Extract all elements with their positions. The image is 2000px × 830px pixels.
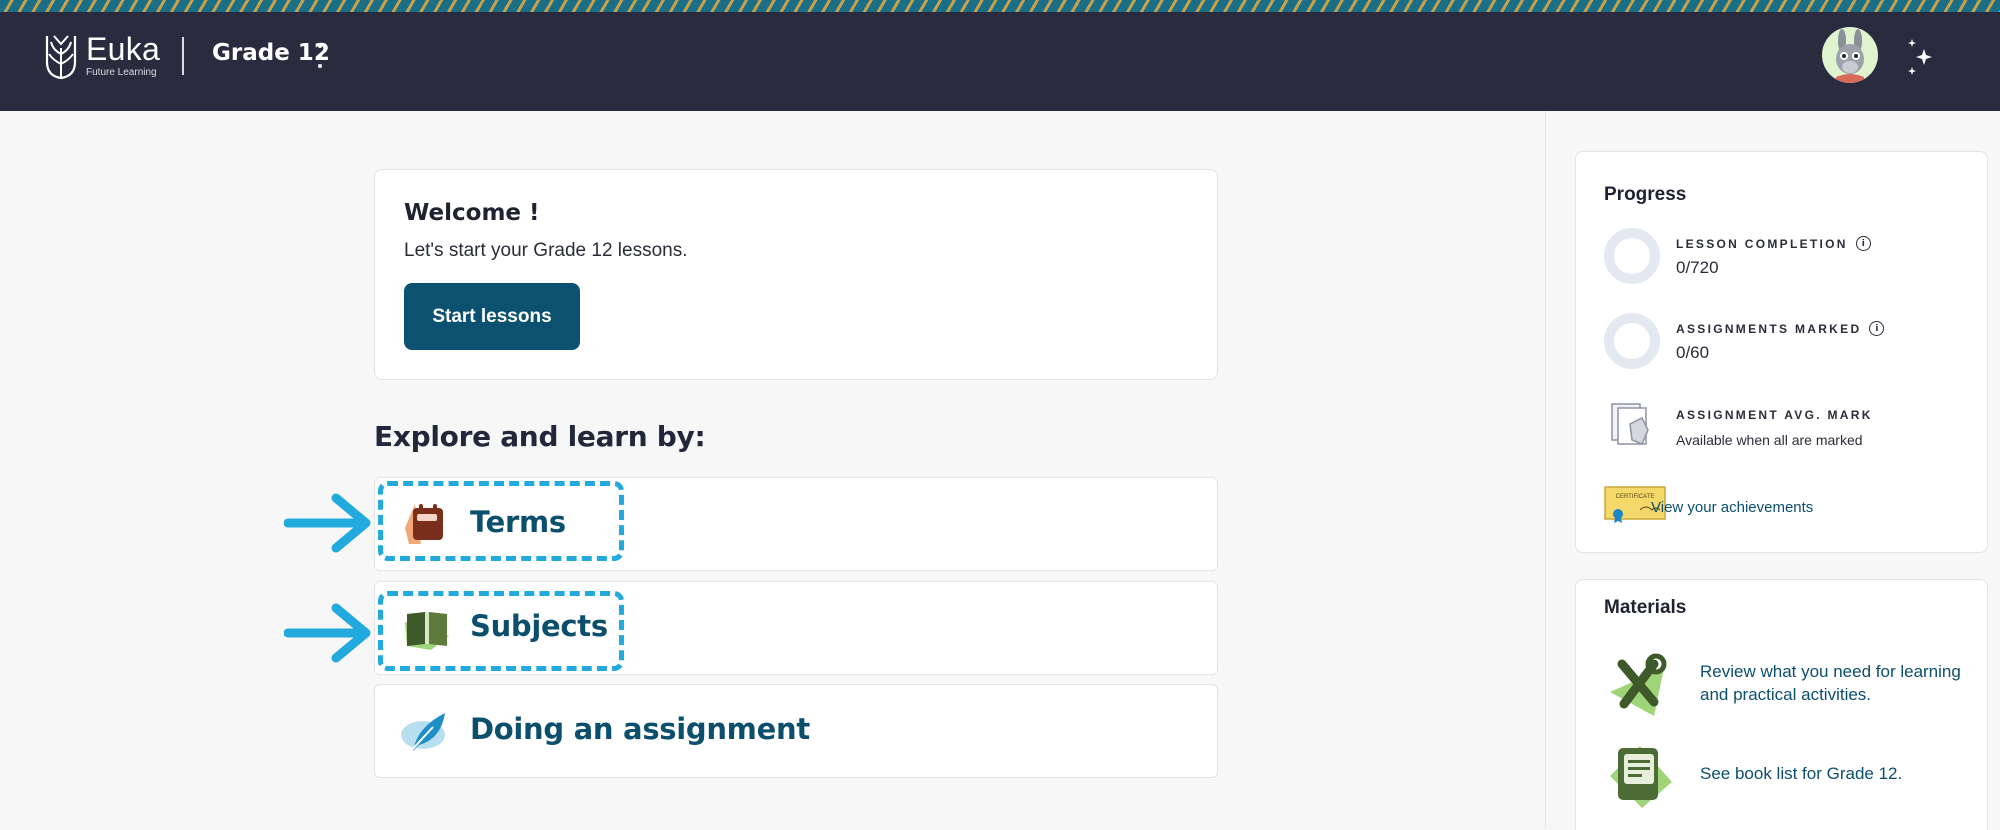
explore-item-label: Subjects xyxy=(470,609,608,643)
feather-icon xyxy=(401,713,445,754)
lesson-completion-stat: LESSON COMPLETION i 0/720 xyxy=(1604,228,1964,288)
user-avatar[interactable] xyxy=(1822,27,1878,83)
welcome-title: Welcome ! xyxy=(404,200,540,226)
assignments-marked-value: 0/60 xyxy=(1676,343,1710,362)
calendar-icon xyxy=(405,504,443,544)
avg-mark-label: ASSIGNMENT AVG. MARK xyxy=(1676,408,1873,422)
progress-title: Progress xyxy=(1604,184,1687,205)
logo-name: Euka xyxy=(86,31,161,67)
explore-heading: Explore and learn by: xyxy=(374,420,706,453)
progress-panel: Progress LESSON COMPLETION i 0/720 ASSIG… xyxy=(1575,151,1988,553)
explore-item-subjects[interactable]: Subjects xyxy=(374,581,1218,675)
assignments-marked-ring xyxy=(1604,313,1660,369)
header-divider xyxy=(182,37,184,75)
book-icon xyxy=(405,612,449,650)
arrow-right-icon xyxy=(284,603,371,663)
tools-icon xyxy=(1610,653,1667,716)
donkey-avatar-icon xyxy=(1836,29,1864,83)
certificate-text: CERTIFICATE xyxy=(1616,494,1655,500)
explore-item-terms[interactable]: Terms xyxy=(374,477,1218,571)
start-lessons-button[interactable]: Start lessons xyxy=(404,283,580,350)
lesson-completion-value: 0/720 xyxy=(1676,258,1719,277)
euka-logo-icon xyxy=(45,35,77,80)
sidebar-divider xyxy=(1545,111,1546,829)
lesson-completion-ring xyxy=(1604,228,1660,284)
materials-link-books[interactable]: See book list for Grade 12. xyxy=(1700,762,1902,785)
explore-item-assignment[interactable]: Doing an assignment xyxy=(374,684,1218,778)
lesson-completion-label: LESSON COMPLETION xyxy=(1676,236,1848,251)
euka-logo[interactable]: Euka Future Learning xyxy=(44,28,184,84)
grade-title: Grade 12 xyxy=(212,40,330,66)
moon-stars-icon[interactable] xyxy=(1900,25,1962,87)
avg-mark-stat: ASSIGNMENT AVG. MARK Available when all … xyxy=(1604,400,1964,460)
materials-title: Materials xyxy=(1604,597,1687,618)
explore-item-label: Doing an assignment xyxy=(470,712,810,746)
arrow-right-icon xyxy=(284,493,371,553)
materials-item-tools[interactable]: Review what you need for learning and pr… xyxy=(1604,652,1974,722)
view-achievements-link[interactable]: View your achievements xyxy=(1651,499,1813,516)
assignments-marked-label: ASSIGNMENTS MARKED xyxy=(1676,321,1862,336)
decorative-stripe xyxy=(0,0,2000,12)
marked-papers-icon xyxy=(1611,403,1649,445)
assignments-marked-stat: ASSIGNMENTS MARKED i 0/60 xyxy=(1604,313,1964,373)
grade-menu-kebab-icon[interactable] xyxy=(314,44,326,68)
top-bar: Euka Future Learning Grade 12 xyxy=(0,0,2000,111)
info-icon[interactable]: i xyxy=(1869,321,1885,336)
avg-mark-note: Available when all are marked xyxy=(1676,432,1863,448)
explore-item-label: Terms xyxy=(470,505,566,539)
info-icon[interactable]: i xyxy=(1855,236,1871,251)
materials-panel: Materials Review what you need for learn… xyxy=(1575,579,1988,830)
book-list-icon xyxy=(1610,746,1672,808)
materials-item-books[interactable]: See book list for Grade 12. xyxy=(1604,742,1974,812)
materials-link-tools[interactable]: Review what you need for learning and pr… xyxy=(1700,660,1974,706)
welcome-subtitle: Let's start your Grade 12 lessons. xyxy=(404,240,688,261)
logo-tagline: Future Learning xyxy=(86,67,157,78)
welcome-card: Welcome ! Let's start your Grade 12 less… xyxy=(374,169,1218,380)
